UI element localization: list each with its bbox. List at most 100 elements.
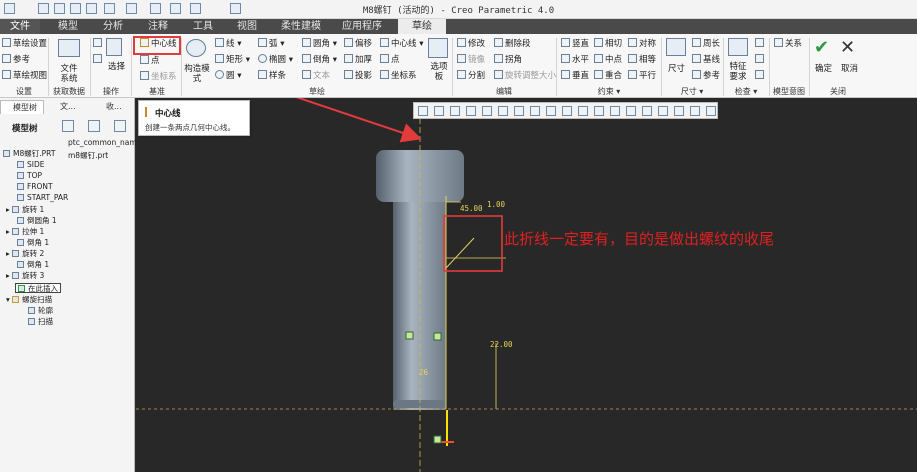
select-icon[interactable] [106,38,122,56]
tab-applications[interactable]: 应用程序 [336,19,388,34]
fillet-button[interactable]: 圆角 ▾ [302,38,337,49]
tree-item[interactable]: 扫描 [28,317,53,327]
panel-tab-folder[interactable]: 文... [48,100,90,114]
sketch-view-button[interactable]: 草绘视图 [2,70,47,81]
ok-button[interactable]: 确定 [815,64,832,74]
ellipse-button[interactable]: 椭圆 ▾ [258,54,293,65]
tree-insert-here[interactable]: 在此插入 [15,283,61,293]
dimension-reference-button[interactable]: 参考 [692,70,720,81]
sketch-setup-button[interactable]: 草绘设置 [2,38,47,49]
tab-sketch[interactable]: 草绘 [398,19,446,34]
rectangle-button[interactable]: 矩形 ▾ [215,54,250,65]
corner-button[interactable]: 拐角 [494,54,522,65]
tree-item[interactable]: FRONT [17,182,53,192]
saved-orientations-icon[interactable] [498,106,508,116]
inspect-tool-1[interactable] [755,38,766,49]
tab-flexible-modeling[interactable]: 柔性建模 [275,19,327,34]
datum-point-button[interactable]: 点 [140,55,160,66]
tab-analysis[interactable]: 分析 [93,19,133,34]
tab-tools[interactable]: 工具 [183,19,223,34]
annotation-display-icon[interactable] [610,106,620,116]
sketch-csys-button[interactable]: 坐标系 [380,70,417,81]
thicken-button[interactable]: 加厚 [344,54,372,65]
tree-item[interactable]: ▸ 拉伸 1 [6,227,44,237]
baseline-button[interactable]: 基线 [692,54,720,65]
tree-settings-icon[interactable] [62,120,74,132]
inspect-tool-2[interactable] [755,54,766,65]
datum-display-icon[interactable] [546,106,556,116]
display-style-icon[interactable] [482,106,492,116]
tree-item[interactable]: 倒角 1 [17,238,49,248]
panel-tab-favorites[interactable]: 收... [94,100,134,114]
perimeter-button[interactable]: 周长 [692,38,720,49]
tree-item[interactable]: ▸ 旋转 1 [6,205,44,215]
feature-requirements-icon[interactable] [728,38,748,56]
line-button[interactable]: 线 ▾ [215,38,241,49]
horizontal-button[interactable]: 水平 [561,54,589,65]
plane-display-icon[interactable] [658,106,668,116]
graphics-area[interactable] [136,98,917,472]
parallel-button[interactable]: 平行 [628,70,656,81]
tree-show-icon[interactable] [88,120,100,132]
tree-item[interactable]: 倒角 1 [17,260,49,270]
reference-button[interactable]: 参考 [2,54,30,65]
mirror-button[interactable]: 镜像 [457,54,485,65]
palette-icon[interactable] [428,38,448,58]
delete-segment-button[interactable]: 删除段 [494,38,531,49]
datum-csys-button[interactable]: 坐标系 [140,71,177,82]
circle-button[interactable]: 圆 ▾ [215,70,241,81]
perspective-icon[interactable] [530,106,540,116]
tree-item[interactable]: M8螺钉.PRT [3,149,55,159]
modify-button[interactable]: 修改 [457,38,485,49]
construction-mode-icon[interactable] [186,39,206,57]
cancel-button[interactable]: 取消 [841,64,858,74]
tab-file[interactable]: 文件 [0,19,40,34]
csys-display-icon[interactable] [642,106,652,116]
midpoint-button[interactable]: 中点 [594,54,622,65]
tab-view[interactable]: 视图 [227,19,267,34]
tree-item[interactable]: ▸ 旋转 3 [6,271,44,281]
arc-button[interactable]: 弧 ▾ [258,38,284,49]
tree-item[interactable]: ▾ 螺旋扫描 [6,295,52,305]
tree-item[interactable]: 轮廓 [28,306,53,316]
perpendicular-button[interactable]: 垂直 [561,70,589,81]
cut-icon[interactable] [93,38,104,49]
vertex-display-icon[interactable] [690,106,700,116]
zoom-in-icon[interactable] [434,106,444,116]
dimension-22[interactable]: 22.00 [490,340,513,349]
panel-tab-model-tree[interactable]: 模型树 [0,100,44,114]
text-button[interactable]: 文本 [302,70,330,81]
tangent-button[interactable]: 相切 [594,38,622,49]
sketch-centerline-button[interactable]: 中心线 ▾ [380,38,423,49]
ok-check-icon[interactable]: ✔ [814,38,829,58]
sketch-point-button[interactable]: 点 [380,54,400,65]
construction-mode-button[interactable]: 构造模式 [184,64,210,84]
select-button[interactable]: 选择 [108,62,125,72]
dimension-26[interactable]: 26 [419,368,428,377]
tree-item[interactable]: ▸ 旋转 2 [6,249,44,259]
dimension-1[interactable]: 1.00 [487,200,505,209]
inspect-tool-3[interactable] [755,70,766,81]
spline-button[interactable]: 样条 [258,70,286,81]
chamfer-button[interactable]: 倒角 ▾ [302,54,337,65]
rotate-resize-button[interactable]: 旋转调整大小 [494,70,556,81]
divide-button[interactable]: 分割 [457,70,485,81]
dimension-45[interactable]: 45.00 [460,204,483,213]
tree-item[interactable]: SIDE [17,160,45,170]
tree-filter-icon[interactable] [114,120,126,132]
refit-icon[interactable] [418,106,428,116]
palette-button[interactable]: 选项板 [428,62,450,82]
tree-item[interactable]: 倒圆角 1 [17,216,57,226]
sketcher-display-icon[interactable] [578,106,588,116]
point-display-icon[interactable] [626,106,636,116]
relations-button[interactable]: 关系 [774,38,802,49]
constraint-display-icon[interactable] [674,106,684,116]
dimension-button[interactable]: 尺寸 [668,64,685,74]
equal-button[interactable]: 相等 [628,54,656,65]
cancel-x-icon[interactable]: ✕ [840,38,855,58]
project-button[interactable]: 投影 [344,70,372,81]
tab-annotate[interactable]: 注释 [138,19,178,34]
spin-center-icon[interactable] [594,106,604,116]
dimension-display-icon[interactable] [706,106,716,116]
feature-requirements-button[interactable]: 特征要求 [726,62,750,82]
